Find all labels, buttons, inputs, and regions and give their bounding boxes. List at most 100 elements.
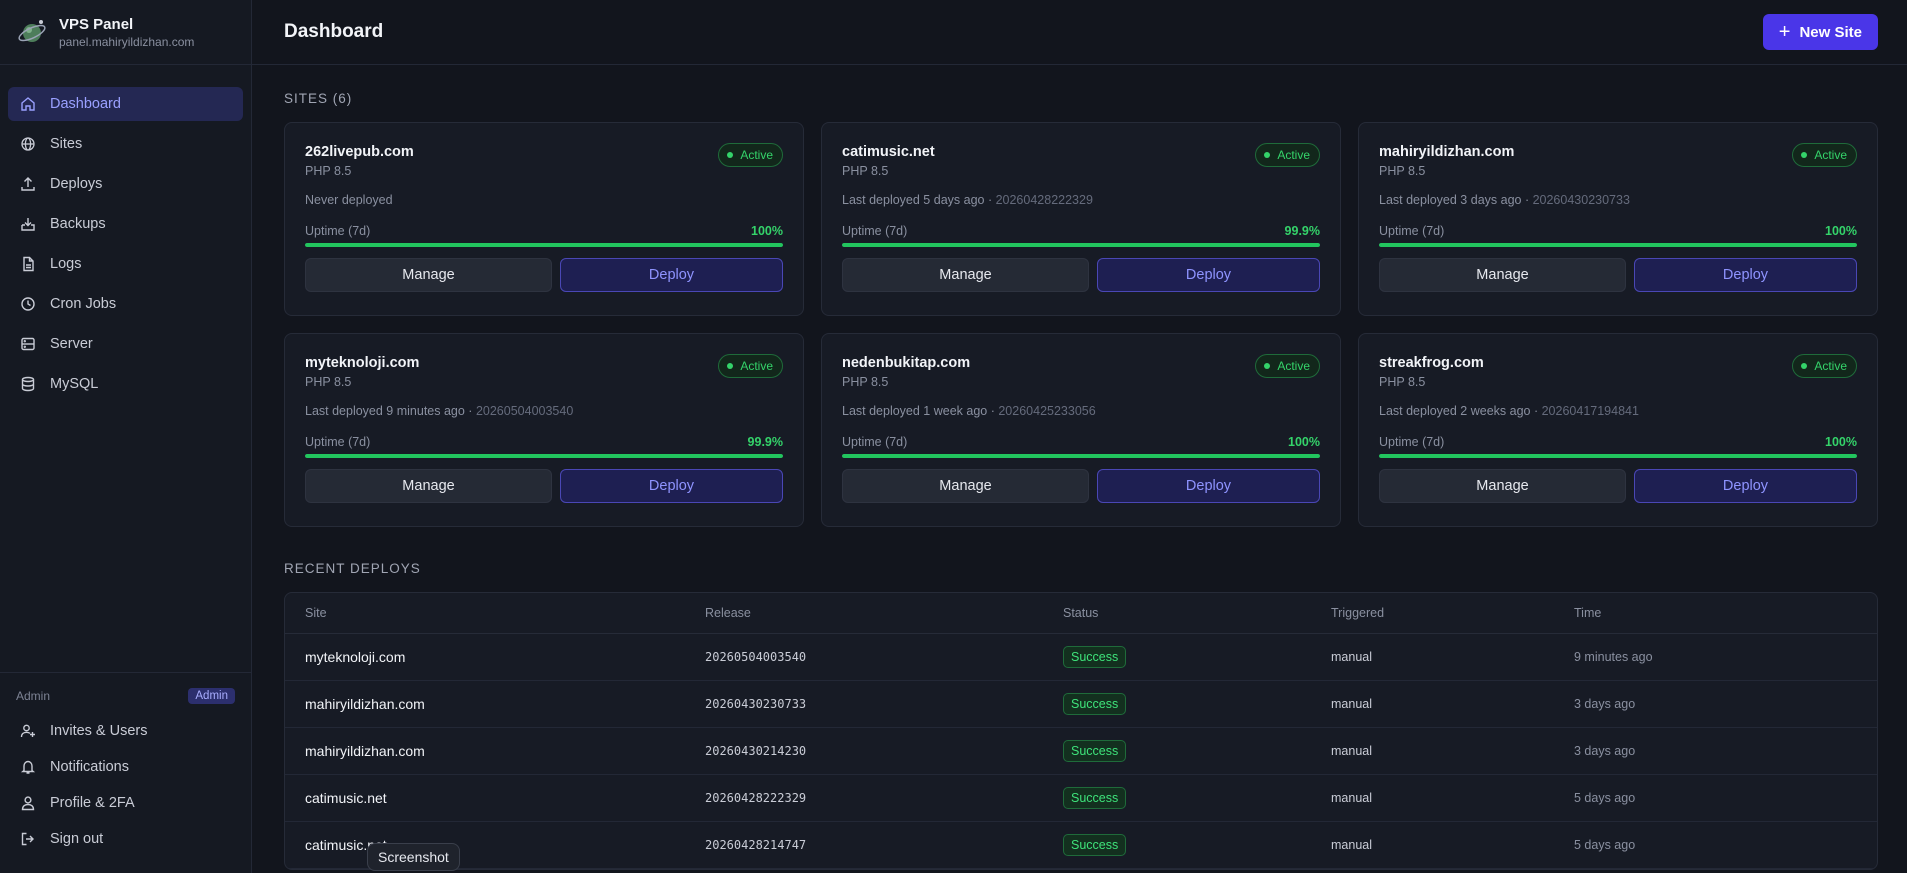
card-actions: Manage Deploy xyxy=(1379,469,1857,503)
nav-item-dashboard[interactable]: Dashboard xyxy=(8,87,243,121)
nav-item-logs[interactable]: Logs xyxy=(8,247,243,281)
deploy-time: 3 days ago xyxy=(1574,727,1877,775)
manage-button[interactable]: Manage xyxy=(842,469,1089,503)
deploy-button[interactable]: Deploy xyxy=(1634,258,1857,292)
site-name[interactable]: streakfrog.com xyxy=(1379,355,1857,371)
dashboard-content: SITES (6) 262livepub.com PHP 8.5 Active … xyxy=(252,65,1907,870)
nav-item-label: MySQL xyxy=(50,376,99,392)
deploy-site: mahiryildizhan.com xyxy=(285,680,705,728)
admin-badge: Admin xyxy=(188,688,235,704)
deploy-text: Last deployed 5 days ago · xyxy=(842,193,996,207)
site-card: streakfrog.com PHP 8.5 Active Last deplo… xyxy=(1358,333,1878,527)
deploy-time: 9 minutes ago xyxy=(1574,633,1877,681)
deploy-status-cell: Success xyxy=(1063,727,1331,775)
manage-button[interactable]: Manage xyxy=(1379,258,1626,292)
nav-item-deploys[interactable]: Deploys xyxy=(8,167,243,201)
status-dot-icon xyxy=(1801,363,1808,369)
nav-item-label: Backups xyxy=(50,216,106,232)
deploy-button[interactable]: Deploy xyxy=(1097,258,1320,292)
nav-item-label: Sign out xyxy=(50,831,104,847)
table-row[interactable]: myteknoloji.com 20260504003540 Success m… xyxy=(285,633,1877,681)
php-version: PHP 8.5 xyxy=(842,375,889,389)
column-header-triggered: Triggered xyxy=(1331,593,1574,634)
nav-item-sign-out[interactable]: Sign out xyxy=(8,823,243,855)
uptime-value: 99.9% xyxy=(747,435,783,449)
uptime-value: 100% xyxy=(751,224,783,238)
status-label: Active xyxy=(740,359,773,373)
deploy-release: 20260428214747 xyxy=(705,821,1063,869)
recent-deploys-table: Site Release Status Triggered Time mytek… xyxy=(284,592,1878,870)
deploy-text: Last deployed 9 minutes ago · xyxy=(305,404,476,418)
site-card: myteknoloji.com PHP 8.5 Active Last depl… xyxy=(284,333,804,527)
site-name[interactable]: mahiryildizhan.com xyxy=(1379,144,1857,160)
table-row[interactable]: mahiryildizhan.com 20260430230733 Succes… xyxy=(285,680,1877,728)
uptime-row: Uptime (7d) 100% xyxy=(1379,435,1857,449)
nav-item-label: Dashboard xyxy=(50,96,121,112)
site-card: catimusic.net PHP 8.5 Active Last deploy… xyxy=(821,122,1341,316)
deploy-time: 3 days ago xyxy=(1574,680,1877,728)
table-row[interactable]: catimusic.net 20260428222329 Success man… xyxy=(285,774,1877,822)
release-id: 20260428222329 xyxy=(995,193,1093,207)
nav-item-invites-users[interactable]: Invites & Users xyxy=(8,715,243,747)
manage-button[interactable]: Manage xyxy=(1379,469,1626,503)
new-site-button[interactable]: + New Site xyxy=(1762,14,1878,50)
manage-button[interactable]: Manage xyxy=(305,258,552,292)
deploy-button[interactable]: Deploy xyxy=(560,469,783,503)
table-header-row: Site Release Status Triggered Time xyxy=(285,593,1877,634)
uptime-label: Uptime (7d) xyxy=(842,435,908,449)
nav-item-profile-2fa[interactable]: Profile & 2FA xyxy=(8,787,243,819)
clock-icon xyxy=(21,297,35,311)
uptime-bar xyxy=(842,243,1320,247)
status-dot-icon xyxy=(1801,152,1808,158)
page-title: Dashboard xyxy=(284,21,384,42)
nav-item-mysql[interactable]: MySQL xyxy=(8,367,243,401)
uptime-label: Uptime (7d) xyxy=(1379,224,1445,238)
globe-icon xyxy=(21,137,35,151)
status-badge: Active xyxy=(1255,354,1320,378)
deploy-site: catimusic.net xyxy=(285,821,705,869)
deploy-text: Last deployed 1 week ago · xyxy=(842,404,999,418)
brand[interactable]: VPS Panel panel.mahiryildizhan.com xyxy=(0,0,251,65)
admin-label: Admin xyxy=(16,689,51,703)
main-nav: Dashboard Sites Deploys Backups Logs Cro… xyxy=(0,65,251,407)
brand-title: VPS Panel xyxy=(59,15,134,33)
plus-icon: + xyxy=(1778,21,1791,43)
user-plus-icon xyxy=(20,724,35,738)
deploy-release: 20260428222329 xyxy=(705,774,1063,822)
php-version: PHP 8.5 xyxy=(842,164,889,178)
site-name[interactable]: nedenbukitap.com xyxy=(842,355,1320,371)
nav-item-cron-jobs[interactable]: Cron Jobs xyxy=(8,287,243,321)
column-header-release: Release xyxy=(705,593,1063,634)
site-name[interactable]: 262livepub.com xyxy=(305,144,783,160)
card-actions: Manage Deploy xyxy=(842,469,1320,503)
deploy-button[interactable]: Deploy xyxy=(560,258,783,292)
nav-item-server[interactable]: Server xyxy=(8,327,243,361)
deploy-button[interactable]: Deploy xyxy=(1634,469,1857,503)
uptime-label: Uptime (7d) xyxy=(305,435,371,449)
table-row[interactable]: catimusic.net 20260428214747 Success man… xyxy=(285,821,1877,869)
site-name[interactable]: catimusic.net xyxy=(842,144,1320,160)
deploy-site: mahiryildizhan.com xyxy=(285,727,705,775)
release-id: 20260430230733 xyxy=(1532,193,1630,207)
site-name[interactable]: myteknoloji.com xyxy=(305,355,783,371)
card-actions: Manage Deploy xyxy=(1379,258,1857,292)
nav-item-label: Notifications xyxy=(50,759,129,775)
uptime-bar xyxy=(305,454,783,458)
last-deploy-info: Last deployed 2 weeks ago · 202604171948… xyxy=(1379,404,1857,418)
sidebar: VPS Panel panel.mahiryildizhan.com Dashb… xyxy=(0,0,252,873)
deploy-text: Last deployed 2 weeks ago · xyxy=(1379,404,1542,418)
deploy-site: myteknoloji.com xyxy=(285,633,705,681)
table-row[interactable]: mahiryildizhan.com 20260430214230 Succes… xyxy=(285,727,1877,775)
uptime-bar-fill xyxy=(305,454,783,458)
nav-item-notifications[interactable]: Notifications xyxy=(8,751,243,783)
status-badge: Active xyxy=(718,354,783,378)
nav-item-backups[interactable]: Backups xyxy=(8,207,243,241)
uptime-row: Uptime (7d) 100% xyxy=(305,224,783,238)
uptime-label: Uptime (7d) xyxy=(305,224,371,238)
deploy-button[interactable]: Deploy xyxy=(1097,469,1320,503)
manage-button[interactable]: Manage xyxy=(842,258,1089,292)
manage-button[interactable]: Manage xyxy=(305,469,552,503)
nav-item-label: Sites xyxy=(50,136,83,152)
uptime-row: Uptime (7d) 99.9% xyxy=(305,435,783,449)
nav-item-sites[interactable]: Sites xyxy=(8,127,243,161)
